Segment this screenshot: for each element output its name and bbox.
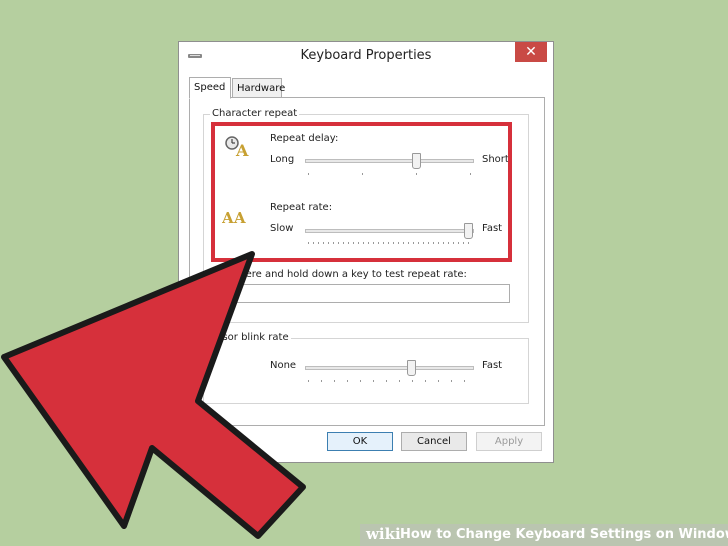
cursor-blink-max-label: Fast [482, 360, 503, 371]
tab-hardware[interactable]: Hardware [232, 78, 285, 98]
window-title: Keyboard Properties [300, 48, 432, 63]
cursor-blink-track[interactable] [305, 366, 474, 370]
test-repeat-prompt: ick here and hold down a key to test rep… [222, 269, 467, 280]
wiki-logo: wiki [366, 525, 401, 543]
close-icon: ✕ [525, 44, 537, 60]
tab-speed[interactable]: Speed [189, 77, 231, 99]
apply-button[interactable]: Apply [476, 432, 542, 451]
cursor-blink-ticks [308, 380, 472, 382]
cursor-blink-group: ursor blink rate [203, 332, 529, 404]
test-repeat-input[interactable] [220, 284, 510, 303]
highlight-box [211, 122, 512, 262]
title-bar[interactable]: Keyboard Properties ✕ [179, 42, 553, 72]
close-button[interactable]: ✕ [515, 42, 547, 62]
ok-button[interactable]: OK [327, 432, 393, 451]
footer-banner: wiki How to Change Keyboard Settings on … [360, 524, 728, 546]
cursor-blink-label: ursor blink rate [210, 332, 291, 343]
cursor-blink-slider-thumb[interactable] [406, 360, 416, 376]
character-repeat-label: Character repeat [210, 108, 300, 119]
banner-caption: How to Change Keyboard Settings on Windo… [400, 527, 728, 542]
cancel-button[interactable]: Cancel [401, 432, 467, 451]
cursor-blink-min-label: None [270, 360, 297, 371]
